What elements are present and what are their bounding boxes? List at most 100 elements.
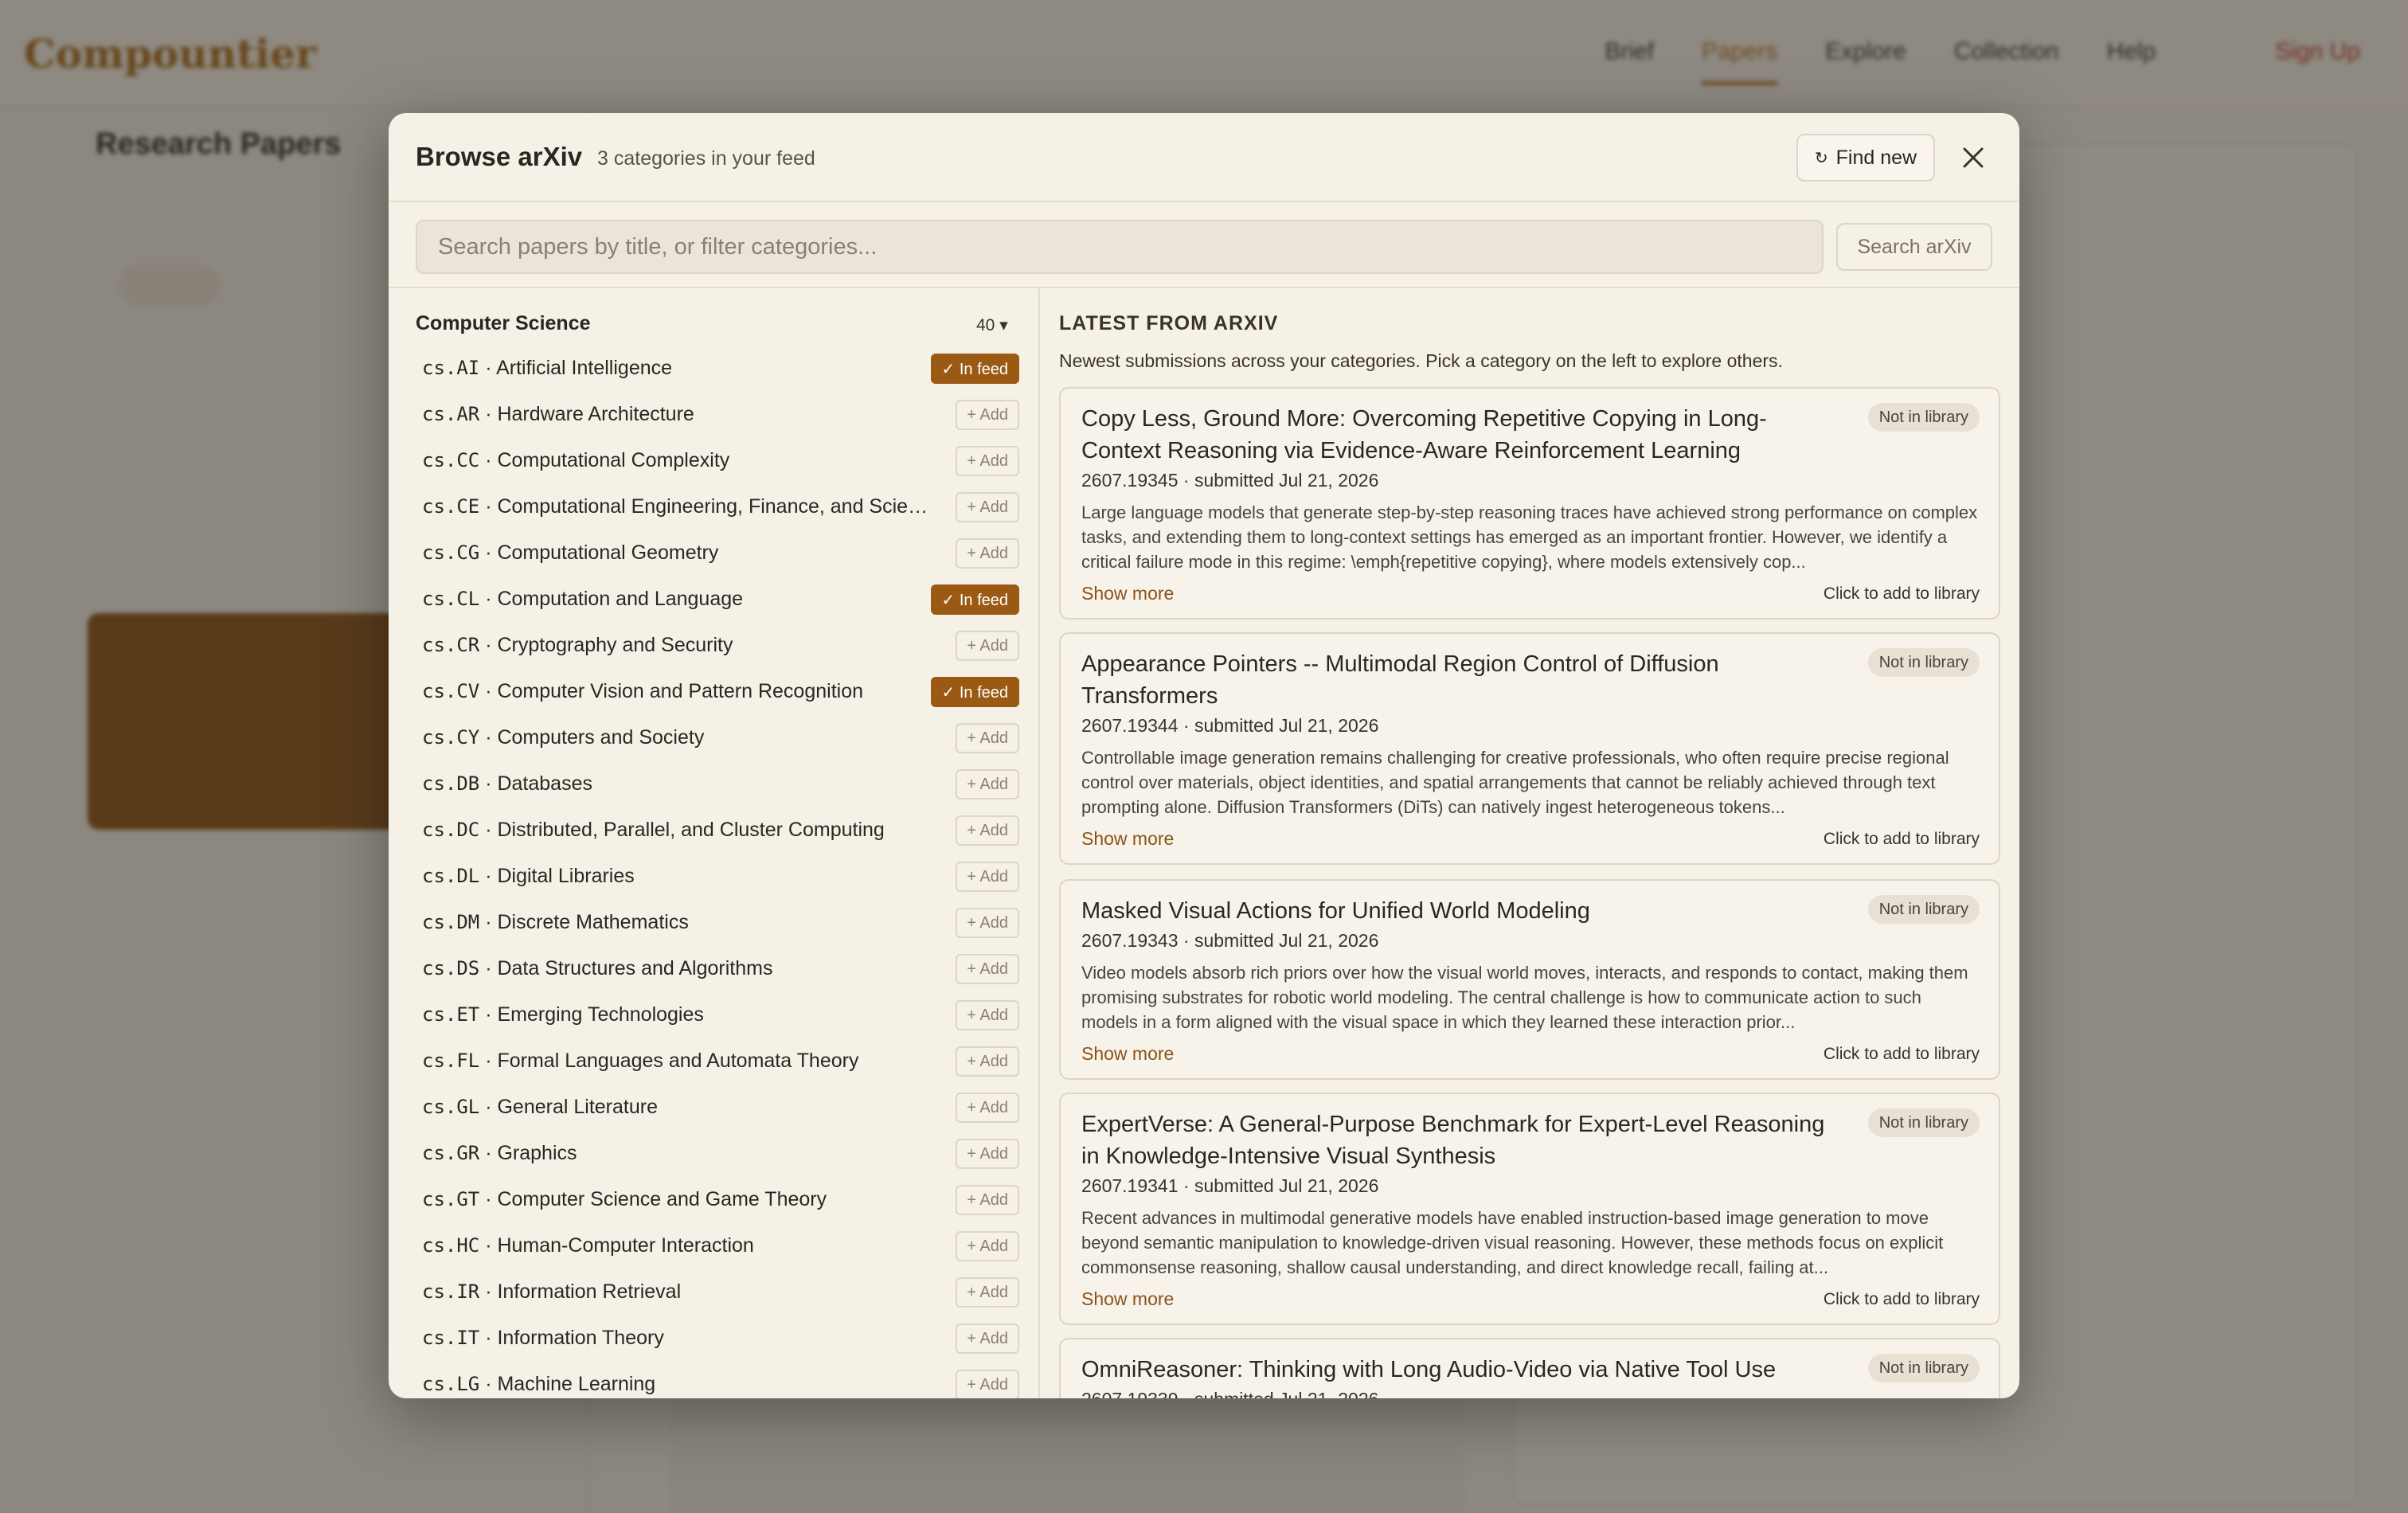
add-category-button[interactable]: + Add	[956, 1277, 1019, 1308]
find-new-label: Find new	[1835, 146, 1917, 169]
category-code: cs.DM	[422, 911, 480, 933]
add-category-button[interactable]: + Add	[956, 400, 1019, 430]
category-row[interactable]: cs.CG · Computational Geometry + Add	[389, 530, 1038, 577]
paper-title[interactable]: ExpertVerse: A General-Purpose Benchmark…	[1081, 1108, 1846, 1172]
category-row[interactable]: cs.AR · Hardware Architecture + Add	[389, 392, 1038, 438]
category-row[interactable]: cs.DB · Databases + Add	[389, 761, 1038, 807]
category-panel: Computer Science 40 ▾ cs.AI · Artificial…	[389, 288, 1040, 1398]
paper-card[interactable]: ExpertVerse: A General-Purpose Benchmark…	[1059, 1093, 2000, 1325]
add-category-button[interactable]: + Add	[956, 815, 1019, 846]
category-code: cs.IT	[422, 1327, 480, 1349]
add-category-button[interactable]: + Add	[956, 1370, 1019, 1398]
paper-meta: 2607.19341 · submitted Jul 21, 2026	[1081, 1175, 1379, 1196]
category-name: Computational Geometry	[497, 541, 719, 564]
add-category-button[interactable]: + Add	[956, 1185, 1019, 1215]
category-row[interactable]: cs.CC · Computational Complexity + Add	[389, 438, 1038, 484]
in-feed-button[interactable]: ✓ In feed	[930, 584, 1019, 615]
add-category-button[interactable]: + Add	[956, 1093, 1019, 1123]
show-more-link[interactable]: Show more	[1081, 583, 1174, 604]
add-category-button[interactable]: + Add	[956, 723, 1019, 753]
category-name: Data Structures and Algorithms	[497, 957, 773, 979]
show-more-link[interactable]: Show more	[1081, 1288, 1174, 1310]
category-row[interactable]: cs.DS · Data Structures and Algorithms + …	[389, 946, 1038, 992]
search-arxiv-button[interactable]: Search arXiv	[1836, 223, 1992, 271]
paper-card[interactable]: Copy Less, Ground More: Overcoming Repet…	[1059, 387, 2000, 620]
category-label: cs.IR · Information Retrieval	[422, 1280, 682, 1303]
add-to-library-hint[interactable]: Click to add to library	[1824, 1290, 1980, 1309]
category-row[interactable]: cs.CE · Computational Engineering, Finan…	[389, 484, 1038, 530]
category-row[interactable]: cs.CV · Computer Vision and Pattern Reco…	[389, 669, 1038, 715]
category-row[interactable]: cs.GR · Graphics + Add	[389, 1131, 1038, 1177]
category-name: Digital Libraries	[497, 865, 635, 887]
library-status-badge: Not in library	[1867, 895, 1980, 924]
category-row[interactable]: cs.IT · Information Theory + Add	[389, 1316, 1038, 1362]
category-row[interactable]: cs.ET · Emerging Technologies + Add	[389, 992, 1038, 1038]
category-row[interactable]: cs.GT · Computer Science and Game Theory…	[389, 1177, 1038, 1223]
library-status-badge: Not in library	[1867, 1354, 1980, 1382]
add-to-library-hint[interactable]: Click to add to library	[1824, 584, 1980, 604]
category-row[interactable]: cs.HC · Human-Computer Interaction + Add	[389, 1223, 1038, 1269]
category-label: cs.FL · Formal Languages and Automata Th…	[422, 1050, 859, 1072]
add-to-library-hint[interactable]: Click to add to library	[1824, 1045, 1980, 1064]
paper-title[interactable]: OmniReasoner: Thinking with Long Audio-V…	[1081, 1354, 1846, 1386]
add-category-button[interactable]: + Add	[956, 1231, 1019, 1261]
category-code: cs.CE	[422, 495, 480, 518]
find-new-button[interactable]: ↻ Find new	[1796, 134, 1935, 182]
category-row[interactable]: cs.LG · Machine Learning + Add	[389, 1362, 1038, 1398]
paper-title[interactable]: Masked Visual Actions for Unified World …	[1081, 895, 1846, 927]
category-code: cs.GL	[422, 1096, 480, 1118]
category-label: cs.GR · Graphics	[422, 1142, 577, 1164]
category-label: cs.DL · Digital Libraries	[422, 865, 635, 887]
add-category-button[interactable]: + Add	[956, 1139, 1019, 1169]
category-row[interactable]: cs.CR · Cryptography and Security + Add	[389, 623, 1038, 669]
add-category-button[interactable]: + Add	[956, 769, 1019, 800]
category-count-dropdown[interactable]: 40 ▾	[976, 315, 1008, 335]
paper-card[interactable]: Appearance Pointers -- Multimodal Region…	[1059, 632, 2000, 865]
add-category-button[interactable]: + Add	[956, 954, 1019, 984]
paper-title[interactable]: Appearance Pointers -- Multimodal Region…	[1081, 648, 1846, 712]
close-icon	[1963, 147, 1984, 168]
category-name: Discrete Mathematics	[497, 911, 689, 933]
category-code: cs.GT	[422, 1188, 480, 1210]
add-category-button[interactable]: + Add	[956, 908, 1019, 938]
add-category-button[interactable]: + Add	[956, 1000, 1019, 1030]
add-category-button[interactable]: + Add	[956, 492, 1019, 522]
add-category-button[interactable]: + Add	[956, 538, 1019, 569]
add-category-button[interactable]: + Add	[956, 862, 1019, 892]
in-feed-button[interactable]: ✓ In feed	[930, 677, 1019, 707]
category-code: cs.LG	[422, 1373, 480, 1395]
category-code: cs.AR	[422, 403, 480, 425]
category-code: cs.ET	[422, 1003, 480, 1026]
category-row[interactable]: cs.DC · Distributed, Parallel, and Clust…	[389, 807, 1038, 854]
category-code: cs.CL	[422, 588, 480, 610]
category-label: cs.CV · Computer Vision and Pattern Reco…	[422, 680, 864, 702]
add-category-button[interactable]: + Add	[956, 446, 1019, 476]
category-name: Computation and Language	[497, 588, 744, 610]
in-feed-button[interactable]: ✓ In feed	[930, 354, 1019, 384]
show-more-link[interactable]: Show more	[1081, 828, 1174, 850]
paper-card[interactable]: Masked Visual Actions for Unified World …	[1059, 879, 2000, 1080]
paper-title[interactable]: Copy Less, Ground More: Overcoming Repet…	[1081, 403, 1846, 467]
category-row[interactable]: cs.AI · Artificial Intelligence ✓ In feed	[389, 346, 1038, 392]
category-name: Information Retrieval	[497, 1280, 682, 1303]
category-label: cs.AR · Hardware Architecture	[422, 403, 694, 425]
category-name: Computer Science and Game Theory	[497, 1188, 827, 1210]
category-label: cs.DM · Discrete Mathematics	[422, 911, 689, 933]
search-input[interactable]	[416, 220, 1824, 274]
category-row[interactable]: cs.GL · General Literature + Add	[389, 1085, 1038, 1131]
category-row[interactable]: cs.CY · Computers and Society + Add	[389, 715, 1038, 761]
add-category-button[interactable]: + Add	[956, 1046, 1019, 1077]
category-row[interactable]: cs.IR · Information Retrieval + Add	[389, 1269, 1038, 1316]
add-to-library-hint[interactable]: Click to add to library	[1824, 830, 1980, 849]
library-status-badge: Not in library	[1867, 648, 1980, 677]
category-row[interactable]: cs.DL · Digital Libraries + Add	[389, 854, 1038, 900]
paper-card[interactable]: OmniReasoner: Thinking with Long Audio-V…	[1059, 1338, 2000, 1398]
category-row[interactable]: cs.DM · Discrete Mathematics + Add	[389, 900, 1038, 946]
category-row[interactable]: cs.CL · Computation and Language ✓ In fee…	[389, 577, 1038, 623]
add-category-button[interactable]: + Add	[956, 1323, 1019, 1354]
category-row[interactable]: cs.FL · Formal Languages and Automata Th…	[389, 1038, 1038, 1085]
close-button[interactable]	[1953, 137, 1994, 178]
show-more-link[interactable]: Show more	[1081, 1043, 1174, 1065]
paper-abstract: Controllable image generation remains ch…	[1081, 748, 1949, 817]
add-category-button[interactable]: + Add	[956, 631, 1019, 661]
